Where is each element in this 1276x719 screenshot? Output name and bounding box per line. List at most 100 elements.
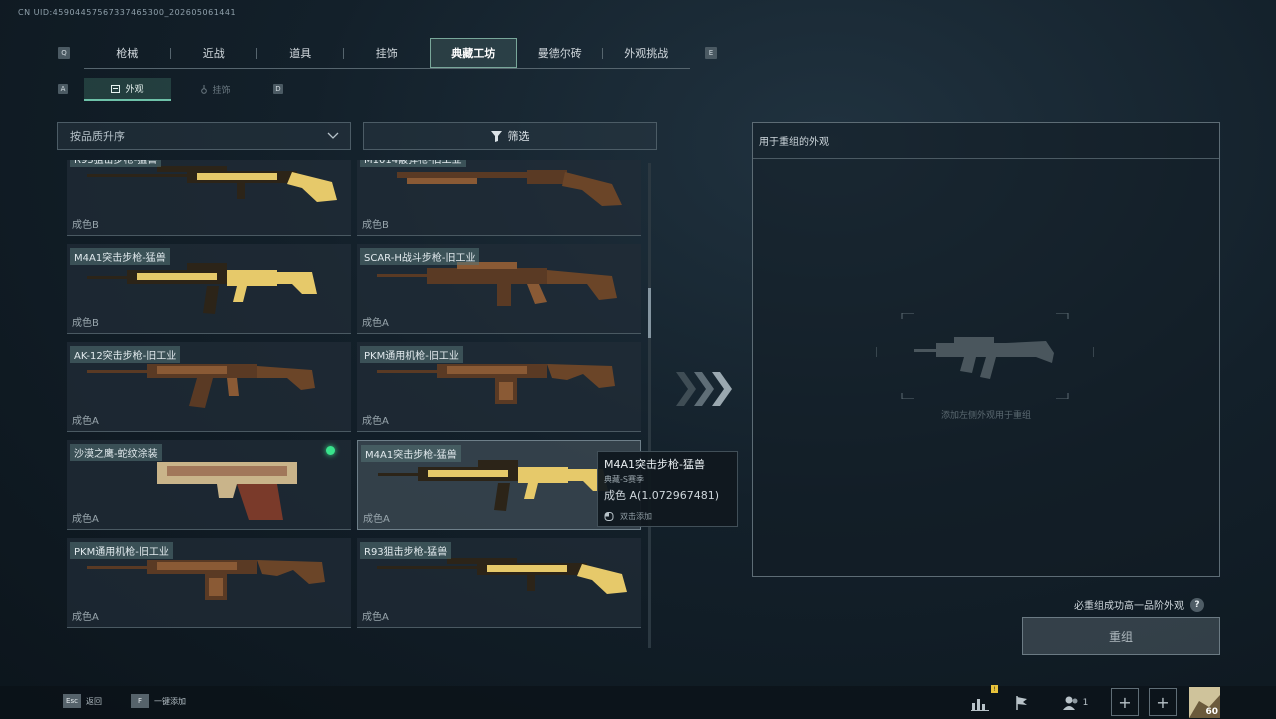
recombine-panel: 用于重组的外观 添加左侧外观用于重组 [752,122,1220,577]
friends-icon [1062,696,1078,710]
tab-label: 近战 [202,47,225,60]
item-name: R93狙击步枪-猛兽 [70,160,162,167]
add-party-slot-1-button[interactable]: + [1111,688,1139,716]
item-grade: 成色B [72,318,99,329]
empty-slot-gun-icon[interactable] [876,313,1094,399]
recombine-note-text: 必重组成功高一品阶外观 [1074,601,1184,612]
filter-button-label: 筛选 [507,130,530,143]
item-grade: 成色A [362,416,389,427]
transfer-arrows-icon [676,372,732,406]
next-subtab-key[interactable]: D [273,84,283,94]
mouse-icon [604,512,614,521]
tab-1[interactable]: 近战 [171,38,257,68]
item-grade: 成色A [362,318,389,329]
help-icon[interactable]: ? [1190,597,1204,612]
tab-label: 道具 [289,47,312,60]
weapon-image [157,462,297,520]
tab-label: 枪械 [116,47,139,60]
tooltip-title: M4A1突击步枪-猛兽 [604,458,705,471]
subtab-charm[interactable]: 挂饰 [172,78,260,101]
tooltip-grade: 成色 A(1.072967481) [604,489,720,502]
item-card[interactable]: PKM通用机枪-旧工业成色A [67,538,351,628]
player-avatar[interactable]: 60 [1189,687,1220,718]
tooltip-subtitle: 典藏-S赛季 [604,475,644,484]
weapon-image [87,263,317,314]
item-grade: 成色B [362,220,389,231]
weapon-image [377,558,627,594]
subtab-appearance[interactable]: 外观 [84,78,171,101]
item-card[interactable]: M1014霰弹枪-旧工业成色B [357,160,641,236]
item-name: PKM通用机枪-旧工业 [70,542,173,559]
item-grade: 成色B [72,220,99,231]
tab-5[interactable]: 曼德尔砖 [517,38,603,68]
recombine-button[interactable]: 重组 [1022,617,1220,655]
item-card[interactable]: M4A1突击步枪-猛兽成色B [67,244,351,334]
flag-icon [1016,696,1027,710]
weapon-image [397,170,622,206]
chevron-down-icon [327,132,339,139]
item-grade: 成色A [72,416,99,427]
sort-dropdown-value: 按品质升序 [70,130,125,143]
tab-label: 曼德尔砖 [537,47,582,60]
weapon-image [377,364,615,404]
esc-key: Esc [63,694,81,708]
hotkey-add-all-label: 一键添加 [154,696,186,706]
friends-button[interactable]: 1 [1058,690,1092,716]
uid-text: CN UID:45904457567337465300_202605061441 [18,8,237,17]
weapon-image [378,460,608,511]
item-grid-scrollbar[interactable] [648,163,651,648]
item-grid: R93狙击步枪-猛兽 成色B M1014霰弹枪-旧工业 成色B M4A1突击步枪-猛… [57,160,647,650]
item-name: 沙漠之鹰-蛇纹涂装 [70,444,162,461]
tab-6[interactable]: 外观挑战 [603,38,690,68]
weapon-image [377,262,617,306]
shirt-icon [111,84,121,93]
item-name: PKM通用机枪-旧工业 [360,346,463,363]
item-grade: 成色A [362,612,389,623]
tab-label: 外观挑战 [624,47,669,60]
item-card[interactable]: SCAR-H战斗步枪-旧工业成色A [357,244,641,334]
weapon-image [87,364,315,408]
next-tab-key[interactable]: E [705,47,717,59]
tab-4[interactable]: 典藏工坊 [430,38,517,68]
sort-dropdown[interactable]: 按品质升序 [57,122,351,150]
item-name: M1014霰弹枪-旧工业 [360,160,466,167]
item-card[interactable]: R93狙击步枪-猛兽成色A [357,538,641,628]
stats-button[interactable] [968,690,992,716]
item-grade: 成色A [363,514,390,525]
item-tooltip: M4A1突击步枪-猛兽 典藏-S赛季 成色 A(1.072967481) 双击添… [597,451,738,527]
tab-3[interactable]: 挂饰 [344,38,431,68]
item-card[interactable]: AK-12突击步枪-旧工业成色A [67,342,351,432]
item-name: SCAR-H战斗步枪-旧工业 [360,248,480,265]
item-name: R93狙击步枪-猛兽 [360,542,452,559]
item-grade: 成色A [72,612,99,623]
item-card[interactable]: PKM通用机枪-旧工业成色A [357,342,641,432]
hotkey-add-all[interactable]: F 一键添加 [131,694,186,708]
tab-label: 挂饰 [375,47,398,60]
prev-tab-key[interactable]: Q [58,47,70,59]
prev-subtab-key[interactable]: A [58,84,68,94]
hotkey-back-label: 返回 [86,696,102,706]
hotkey-back[interactable]: Esc 返回 [63,694,102,708]
item-card[interactable]: 沙漠之鹰-蛇纹涂装 成色A [67,440,351,530]
recombine-panel-header: 用于重组的外观 [753,123,1219,159]
item-card[interactable]: R93狙击步枪-猛兽成色B [67,160,351,236]
scrollbar-thumb[interactable] [648,288,651,338]
tab-2[interactable]: 道具 [257,38,344,68]
weapon-image [87,166,337,202]
friends-count: 1 [1082,698,1089,708]
add-party-slot-2-button[interactable]: + [1149,688,1177,716]
item-name: M4A1突击步枪-猛兽 [70,248,170,265]
tooltip-action-label: 双击添加 [620,512,652,521]
recombine-hint: 添加左侧外观用于重组 [940,411,1031,421]
filter-button[interactable]: 筛选 [363,122,657,150]
equipped-indicator [326,446,335,455]
tab-0[interactable]: 枪械 [84,38,171,68]
recombine-note: 必重组成功高一品阶外观 ? [1074,597,1204,612]
bar-chart-icon [971,699,989,711]
notification-badge: ! [991,685,998,693]
flag-button[interactable] [1010,690,1034,716]
subtab-charm-label: 挂饰 [212,86,231,96]
charm-icon [201,85,208,94]
tooltip-action: 双击添加 [604,511,652,522]
item-name: AK-12突击步枪-旧工业 [70,346,181,363]
